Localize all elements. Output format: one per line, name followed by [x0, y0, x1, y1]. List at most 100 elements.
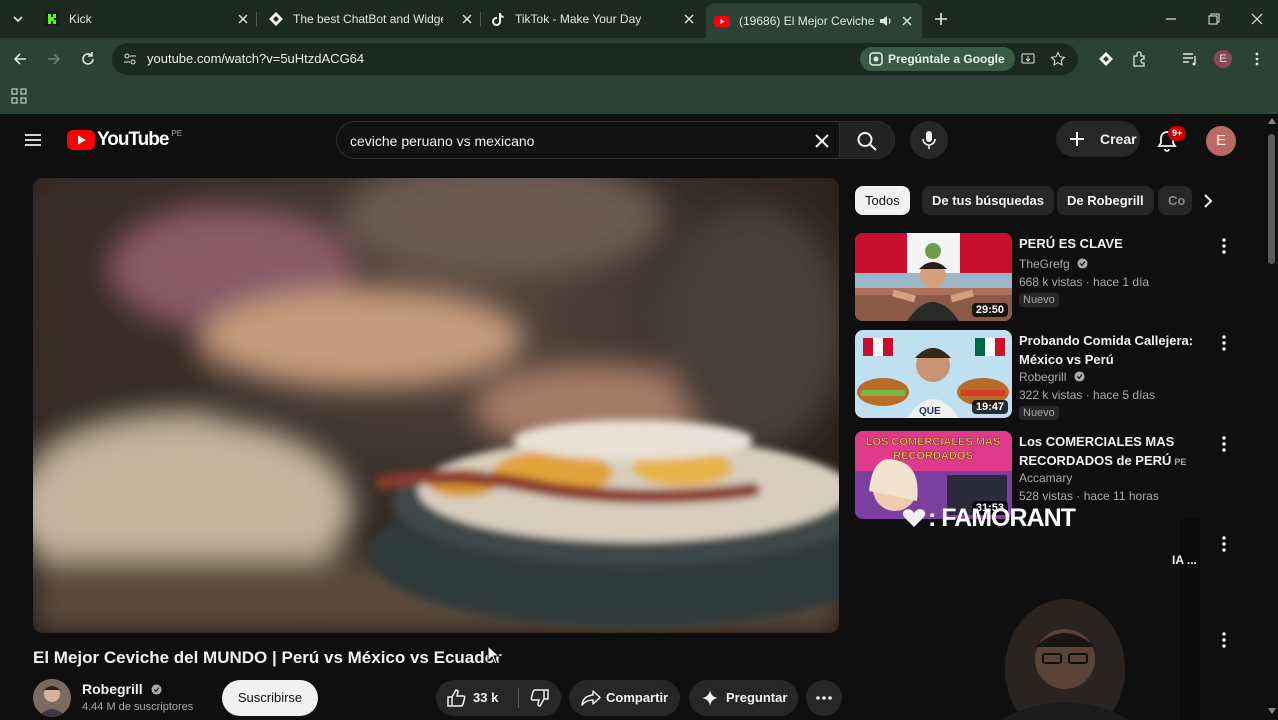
close-icon[interactable] — [682, 12, 696, 26]
video-player[interactable] — [33, 178, 839, 633]
search-input[interactable]: ceviche peruano vs mexicano — [336, 121, 839, 159]
address-bar[interactable]: youtube.com/watch?v=5uHtzdACG64 Pregúnta… — [112, 43, 1078, 75]
chip-partial[interactable]: Co — [1158, 186, 1192, 215]
reload-icon[interactable] — [78, 49, 98, 69]
recommendation-meta: 528 vistas · hace 11 horas — [1019, 489, 1159, 503]
verified-icon — [1074, 371, 1085, 382]
ask-google-button[interactable]: Pregúntale a Google — [860, 47, 1015, 71]
extension-diamond-icon[interactable] — [1097, 50, 1115, 68]
browser-tab-youtube[interactable]: (19686) El Mejor Ceviche del MUNDO | Per… — [706, 3, 922, 38]
country-badge: PE — [1174, 457, 1187, 467]
notification-badge: 9+ — [1168, 126, 1187, 141]
thumbnail-text: LOS COMERCIALES MAS — [866, 436, 1000, 448]
restore-icon[interactable] — [1205, 10, 1223, 28]
chip-todos[interactable]: Todos — [855, 186, 910, 215]
search-button[interactable] — [839, 121, 895, 159]
chevron-right-icon[interactable] — [1198, 191, 1218, 211]
channel-avatar[interactable] — [33, 679, 71, 717]
browser-tab-chatbot[interactable]: The best ChatBot and Widgets — [268, 6, 474, 32]
minimize-icon[interactable] — [1162, 10, 1180, 28]
share-icon — [581, 690, 601, 706]
profile-avatar[interactable]: E — [1214, 50, 1232, 68]
channel-name[interactable]: Robegrill — [82, 681, 162, 697]
recommendation-meta: 668 k vistas · hace 1 día — [1019, 275, 1150, 289]
kebab-menu-icon[interactable] — [1216, 631, 1232, 649]
thumbnail-text: QUE — [919, 406, 941, 417]
tab-title: TikTok - Make Your Day — [515, 12, 642, 26]
more-actions-button[interactable] — [806, 680, 842, 716]
new-badge: Nuevo — [1019, 293, 1059, 307]
tab-title: (19686) El Mejor Ceviche del MUNDO | Per… — [739, 13, 877, 28]
thumbs-up-icon — [447, 689, 466, 707]
streamer-name-overlay: : FAMORANT — [902, 504, 1076, 533]
share-button[interactable]: Compartir — [569, 680, 680, 716]
kebab-menu-icon[interactable] — [1216, 535, 1232, 553]
bookmark-star-icon[interactable] — [1050, 51, 1066, 67]
browser-tab-kick[interactable]: Kick — [44, 6, 250, 32]
browser-tab-bar: Kick The best ChatBot and Widgets TikTok… — [0, 0, 1278, 38]
browser-toolbar: youtube.com/watch?v=5uHtzdACG64 Pregúnta… — [0, 38, 1278, 80]
scroll-down-icon[interactable] — [1268, 708, 1276, 714]
voice-search-button[interactable] — [910, 121, 948, 159]
menu-icon[interactable] — [23, 130, 43, 150]
browser-tab-tiktok[interactable]: TikTok - Make Your Day — [490, 6, 696, 32]
recommendation-channel: Accamary — [1019, 471, 1073, 485]
like-button[interactable]: 33 k — [436, 680, 516, 716]
subscribe-button[interactable]: Suscribirse — [222, 680, 318, 716]
video-thumbnail[interactable]: QUE 19:47 — [855, 330, 1012, 418]
account-avatar[interactable]: E — [1206, 126, 1236, 156]
kebab-menu-icon[interactable] — [1248, 50, 1266, 68]
clear-search-icon[interactable] — [813, 132, 831, 150]
url-text: youtube.com/watch?v=5uHtzdACG64 — [147, 51, 365, 66]
new-tab-icon[interactable] — [932, 10, 950, 28]
tab-separator — [480, 12, 481, 26]
close-icon[interactable] — [236, 12, 250, 26]
recommendation-channel: TheGrefg — [1019, 257, 1088, 271]
tab-search-button[interactable] — [8, 9, 28, 29]
partial-recommendation-title: IA ... — [1172, 553, 1197, 567]
recommendation-title: Los COMERCIALES MAS RECORDADOS de PERÚ PE — [1019, 432, 1209, 472]
bookmarks-bar — [0, 80, 1278, 114]
new-badge: Nuevo — [1019, 406, 1059, 420]
chip-de-robegrill[interactable]: De Robegrill — [1057, 186, 1154, 215]
youtube-logo[interactable]: YouTube PE — [67, 129, 182, 151]
close-icon[interactable] — [900, 14, 914, 28]
kebab-menu-icon[interactable] — [1216, 334, 1232, 352]
dislike-button[interactable] — [522, 680, 561, 716]
kebab-menu-icon[interactable] — [1216, 435, 1232, 453]
site-settings-icon[interactable] — [122, 51, 138, 67]
create-button[interactable]: Crear — [1056, 121, 1140, 157]
kick-icon — [45, 12, 59, 26]
chip-de-tus-busquedas[interactable]: De tus búsquedas — [922, 186, 1054, 215]
scroll-up-icon[interactable] — [1268, 118, 1276, 124]
heart-icon — [902, 509, 926, 527]
ask-button[interactable]: Preguntar — [689, 680, 798, 716]
kebab-menu-icon[interactable] — [1216, 237, 1232, 255]
video-thumbnail[interactable]: 29:50 — [855, 233, 1012, 321]
close-icon[interactable] — [460, 12, 474, 26]
video-title: El Mejor Ceviche del MUNDO | Perú vs Méx… — [33, 648, 502, 667]
media-controls-icon[interactable] — [1181, 50, 1199, 68]
install-app-icon[interactable] — [1020, 51, 1036, 67]
recommendation-item[interactable]: QUE 19:47 Probando Comida Callejera: Méx… — [855, 330, 1235, 422]
streamer-webcam-overlay — [850, 519, 1200, 720]
back-icon[interactable] — [10, 49, 30, 69]
forward-icon[interactable] — [44, 49, 64, 69]
apps-grid-icon[interactable] — [11, 88, 27, 104]
search-query: ceviche peruano vs mexicano — [350, 133, 535, 149]
close-window-icon[interactable] — [1248, 10, 1266, 28]
streamer-name-text: FAMORANT — [941, 504, 1076, 532]
speaker-icon[interactable] — [878, 14, 892, 28]
extensions-puzzle-icon[interactable] — [1131, 50, 1149, 68]
webcam-image — [850, 519, 1200, 720]
scrollbar[interactable] — [1266, 114, 1278, 720]
verified-icon — [1077, 258, 1088, 269]
scrollbar-thumb[interactable] — [1268, 134, 1275, 264]
create-label: Crear — [1100, 131, 1137, 147]
tab-title: The best ChatBot and Widgets — [293, 12, 443, 26]
recommendation-item[interactable]: 29:50 PERÚ ES CLAVE TheGrefg 668 k vista… — [855, 233, 1235, 325]
video-frame-ceviche — [33, 178, 839, 633]
share-label: Compartir — [606, 690, 669, 705]
video-duration: 29:50 — [971, 303, 1008, 317]
tab-title: Kick — [69, 12, 92, 26]
